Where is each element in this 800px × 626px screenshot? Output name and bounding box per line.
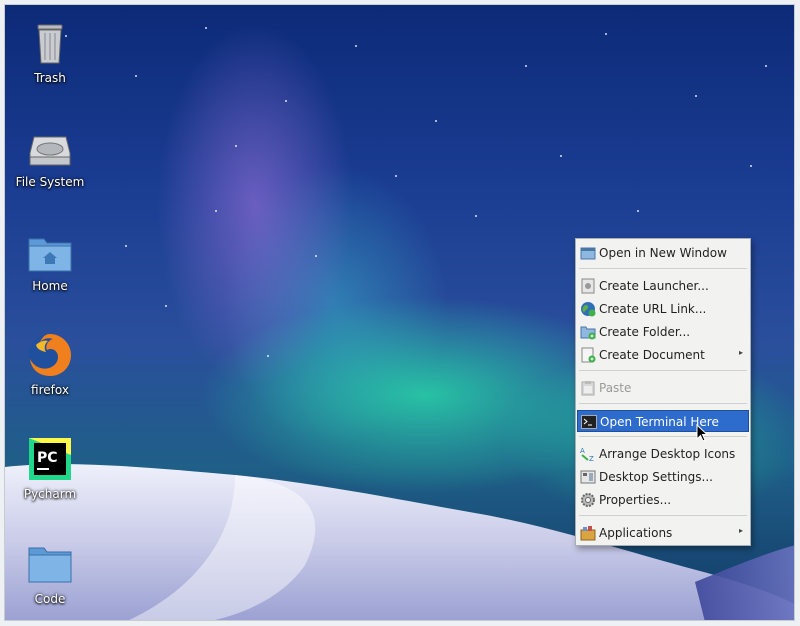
home-folder-icon (26, 227, 74, 275)
firefox-icon (26, 331, 74, 379)
svg-text:A: A (580, 447, 585, 455)
menu-item-arrange-desktop-icons[interactable]: AZ Arrange Desktop Icons (577, 443, 749, 465)
desktop-icon-firefox[interactable]: firefox (5, 331, 95, 397)
svg-text:Z: Z (589, 455, 594, 462)
paste-icon (580, 380, 596, 396)
desktop-icon-label: File System (15, 175, 85, 189)
pycharm-logo-text: PC (37, 450, 58, 466)
desktop-icon-label: firefox (31, 383, 69, 397)
desktop-icon-label: Trash (34, 71, 66, 85)
menu-item-label: Paste (599, 381, 632, 395)
menu-item-applications[interactable]: Applications ▸ (577, 522, 749, 544)
menu-item-create-folder[interactable]: Create Folder... (577, 321, 749, 343)
menu-separator (579, 403, 747, 404)
menu-item-label: Create Folder... (599, 325, 691, 339)
menu-item-create-url-link[interactable]: Create URL Link... (577, 298, 749, 320)
menu-item-label: Desktop Settings... (599, 470, 713, 484)
sort-az-icon: AZ (580, 446, 596, 463)
menu-item-label: Create Document (599, 348, 705, 362)
menu-item-label: Applications (599, 526, 673, 540)
mouse-cursor-icon (696, 424, 709, 442)
menu-item-label: Properties... (599, 493, 672, 507)
desktop-icon-pycharm[interactable]: PC Pycharm (5, 435, 95, 501)
menu-item-paste[interactable]: Paste (577, 377, 749, 399)
pycharm-icon: PC (26, 435, 74, 483)
desktop-icon-label: Home (32, 279, 68, 293)
submenu-arrow-icon: ▸ (738, 526, 743, 535)
globe-icon (580, 301, 596, 317)
desktop-icon-file-system[interactable]: File System (5, 123, 95, 189)
desktop-context-menu: Open in New Window Create Launcher... Cr… (575, 238, 751, 546)
applications-icon (580, 525, 596, 541)
new-folder-icon (580, 324, 596, 340)
desktop-settings-icon (580, 469, 596, 485)
desktop-icon-label: Pycharm (23, 487, 77, 501)
menu-separator (579, 268, 747, 269)
terminal-icon (581, 414, 597, 430)
menu-item-label: Create URL Link... (599, 302, 707, 316)
new-document-icon (580, 347, 596, 363)
menu-item-open-in-new-window[interactable]: Open in New Window (577, 242, 749, 264)
menu-item-open-terminal-here[interactable]: Open Terminal Here (577, 410, 749, 432)
desktop-icon-code[interactable]: Code (5, 540, 95, 606)
desktop-icon-trash[interactable]: Trash (5, 19, 95, 85)
menu-separator (579, 370, 747, 371)
menu-item-desktop-settings[interactable]: Desktop Settings... (577, 466, 749, 488)
menu-item-label: Open in New Window (599, 246, 727, 260)
gear-icon (580, 492, 596, 508)
hard-drive-icon (26, 123, 74, 171)
menu-separator (579, 436, 747, 437)
menu-separator (579, 515, 747, 516)
desktop-icon-label: Code (34, 592, 66, 606)
submenu-arrow-icon: ▸ (738, 348, 743, 357)
menu-item-create-launcher[interactable]: Create Launcher... (577, 275, 749, 297)
menu-item-label: Create Launcher... (599, 279, 709, 293)
desktop-icon-home[interactable]: Home (5, 227, 95, 293)
menu-item-create-document[interactable]: Create Document ▸ (577, 344, 749, 366)
launcher-icon (580, 278, 596, 294)
folder-icon (26, 540, 74, 588)
menu-item-properties[interactable]: Properties... (577, 489, 749, 511)
folder-window-icon (580, 245, 596, 261)
menu-item-label: Arrange Desktop Icons (599, 447, 736, 461)
trash-icon (26, 19, 74, 67)
